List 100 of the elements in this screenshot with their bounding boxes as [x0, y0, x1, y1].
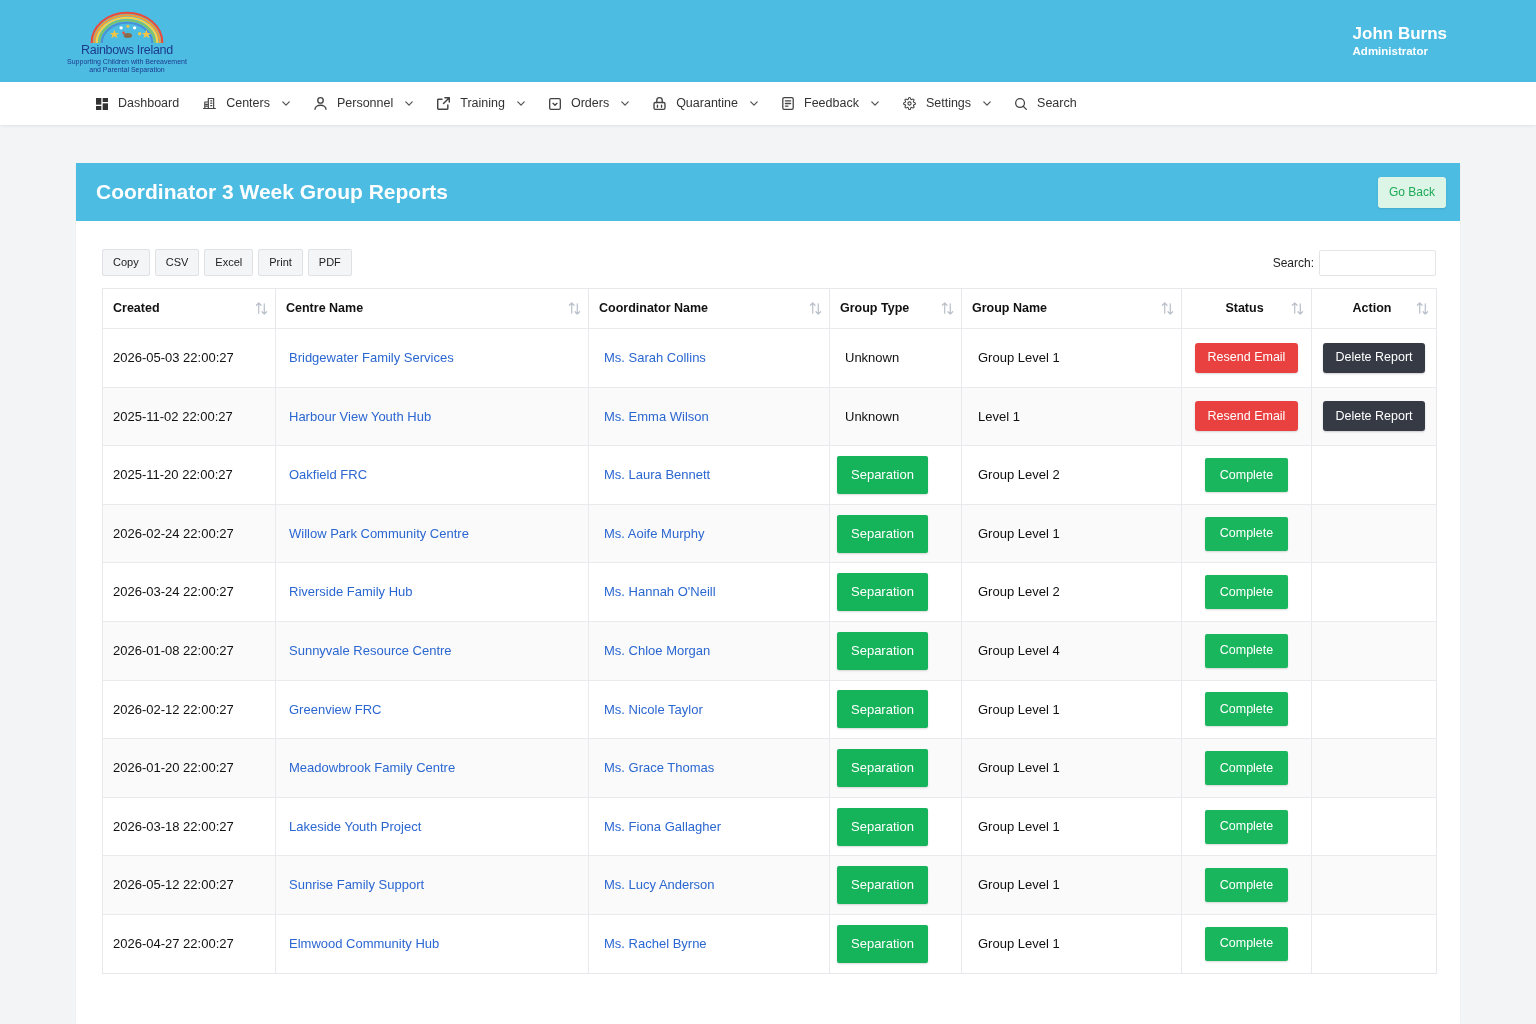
- search-icon: [1015, 97, 1028, 110]
- centre-link[interactable]: Lakeside Youth Project: [289, 818, 422, 834]
- column-header: Centre Name: [286, 300, 365, 318]
- nav-item[interactable]: Centers: [203, 94, 290, 113]
- coordinator-link[interactable]: Ms. Laura Bennett: [604, 467, 711, 483]
- coordinator-link[interactable]: Ms. Emma Wilson: [604, 408, 709, 424]
- column-header: Group Type: [840, 300, 911, 318]
- created-date: 2026-05-12 22:00:27: [113, 877, 234, 893]
- logo-title: Rainbows Ireland: [81, 42, 173, 57]
- centre-link[interactable]: Greenview FRC: [289, 701, 382, 717]
- status-badge: Complete: [1204, 750, 1289, 785]
- nav-item[interactable]: Dashboard: [96, 94, 180, 113]
- search-label: Search:: [1272, 254, 1314, 272]
- created-date: 2026-01-20 22:00:27: [113, 760, 234, 776]
- coordinator-link[interactable]: Ms. Fiona Gallagher: [604, 818, 722, 834]
- created-date: 2026-05-03 22:00:27: [113, 350, 234, 366]
- group-type-tag: Separation: [837, 631, 928, 670]
- nav-item[interactable]: Orders: [548, 94, 630, 113]
- status-badge: Complete: [1204, 692, 1289, 727]
- export-button[interactable]: Excel: [204, 249, 254, 276]
- group-type-text: Unknown: [845, 350, 900, 366]
- building-icon: [203, 97, 217, 110]
- external-link-icon: [437, 97, 451, 110]
- export-button[interactable]: Copy: [102, 249, 150, 276]
- column-header: Action: [1351, 300, 1393, 318]
- resend-email-button[interactable]: Resend Email: [1194, 342, 1299, 373]
- page-title: Coordinator 3 Week Group Reports: [96, 179, 448, 206]
- created-date: 2026-03-24 22:00:27: [113, 584, 234, 600]
- group-name: Group Level 1: [978, 877, 1060, 893]
- group-name: Group Level 1: [978, 701, 1060, 717]
- user-role: Administrator: [1352, 44, 1428, 58]
- centre-link[interactable]: Willow Park Community Centre: [289, 525, 469, 541]
- group-type-tag: Separation: [837, 748, 928, 787]
- group-type-text: Unknown: [845, 408, 900, 424]
- group-type-tag: Separation: [837, 866, 928, 905]
- export-button[interactable]: CSV: [154, 249, 200, 276]
- status-badge: Complete: [1204, 516, 1289, 551]
- centre-link[interactable]: Elmwood Community Hub: [289, 936, 440, 951]
- delete-report-button[interactable]: Delete Report: [1323, 342, 1425, 373]
- coordinator-link[interactable]: Ms. Sarah Collins: [604, 350, 706, 366]
- group-type-tag: Separation: [837, 573, 928, 612]
- group-type-tag: Separation: [837, 690, 928, 729]
- nav-item[interactable]: Personnel: [313, 94, 414, 113]
- coordinator-link[interactable]: Ms. Rachel Byrne: [604, 936, 707, 951]
- nav-item[interactable]: Feedback: [782, 94, 879, 113]
- sort-icon[interactable]: [1161, 301, 1174, 316]
- search-field[interactable]: [1319, 249, 1436, 276]
- nav-item[interactable]: Quarantine: [653, 94, 758, 113]
- group-name: Group Level 2: [978, 584, 1060, 600]
- sort-icon[interactable]: [255, 301, 268, 316]
- export-button[interactable]: Print: [258, 249, 303, 276]
- centre-link[interactable]: Harbour View Youth Hub: [289, 408, 432, 424]
- export-button[interactable]: PDF: [307, 249, 352, 276]
- status-badge: Complete: [1204, 868, 1289, 903]
- group-name: Group Level 1: [978, 760, 1060, 776]
- settings-icon: [902, 97, 916, 110]
- coordinator-link[interactable]: Ms. Grace Thomas: [604, 760, 715, 776]
- centre-link[interactable]: Meadowbrook Family Centre: [289, 760, 456, 776]
- group-type-tag: Separation: [837, 924, 928, 963]
- coordinator-link[interactable]: Ms. Nicole Taylor: [604, 701, 703, 717]
- centre-link[interactable]: Sunrise Family Support: [289, 877, 425, 893]
- created-date: 2025-11-20 22:00:27: [113, 467, 233, 483]
- chevron-square-icon: [548, 97, 561, 110]
- group-name: Group Level 4: [978, 643, 1060, 658]
- created-date: 2026-02-24 22:00:27: [113, 525, 234, 541]
- grid-icon: [96, 97, 108, 110]
- sort-icon[interactable]: [1416, 301, 1429, 316]
- nav-item[interactable]: Training: [437, 94, 525, 113]
- centre-link[interactable]: Bridgewater Family Services: [289, 350, 454, 366]
- lock-icon: [653, 97, 667, 110]
- group-type-tag: Separation: [837, 807, 928, 846]
- group-name: Group Level 1: [978, 350, 1060, 366]
- nav-item[interactable]: Search: [1015, 94, 1077, 113]
- coordinator-link[interactable]: Ms. Hannah O'Neill: [604, 584, 716, 600]
- delete-report-button[interactable]: Delete Report: [1323, 401, 1425, 432]
- coordinator-link[interactable]: Ms. Aoife Murphy: [604, 525, 705, 541]
- sort-icon[interactable]: [941, 301, 954, 316]
- column-header: Status: [1224, 300, 1265, 318]
- group-name: Group Level 2: [978, 467, 1060, 483]
- nav-item[interactable]: Settings: [902, 94, 992, 113]
- status-badge: Complete: [1204, 575, 1289, 610]
- sort-icon[interactable]: [568, 301, 581, 316]
- created-date: 2026-01-08 22:00:27: [113, 643, 234, 658]
- sort-icon[interactable]: [809, 301, 822, 316]
- status-badge: Complete: [1204, 458, 1289, 492]
- status-badge: Complete: [1204, 809, 1289, 844]
- coordinator-link[interactable]: Ms. Lucy Anderson: [604, 877, 715, 893]
- status-badge: Complete: [1204, 926, 1289, 961]
- centre-link[interactable]: Sunnyvale Resource Centre: [289, 643, 452, 658]
- group-name: Group Level 1: [978, 525, 1060, 541]
- centre-link[interactable]: Riverside Family Hub: [289, 584, 413, 600]
- user-icon: [313, 97, 327, 110]
- created-date: 2025-11-02 22:00:27: [113, 408, 233, 424]
- column-header: Created: [113, 300, 161, 318]
- sort-icon[interactable]: [1291, 301, 1304, 316]
- column-header: Coordinator Name: [599, 300, 710, 318]
- centre-link[interactable]: Oakfield FRC: [289, 467, 368, 483]
- resend-email-button[interactable]: Resend Email: [1194, 401, 1299, 432]
- created-date: 2026-04-27 22:00:27: [113, 936, 234, 951]
- coordinator-link[interactable]: Ms. Chloe Morgan: [604, 643, 711, 658]
